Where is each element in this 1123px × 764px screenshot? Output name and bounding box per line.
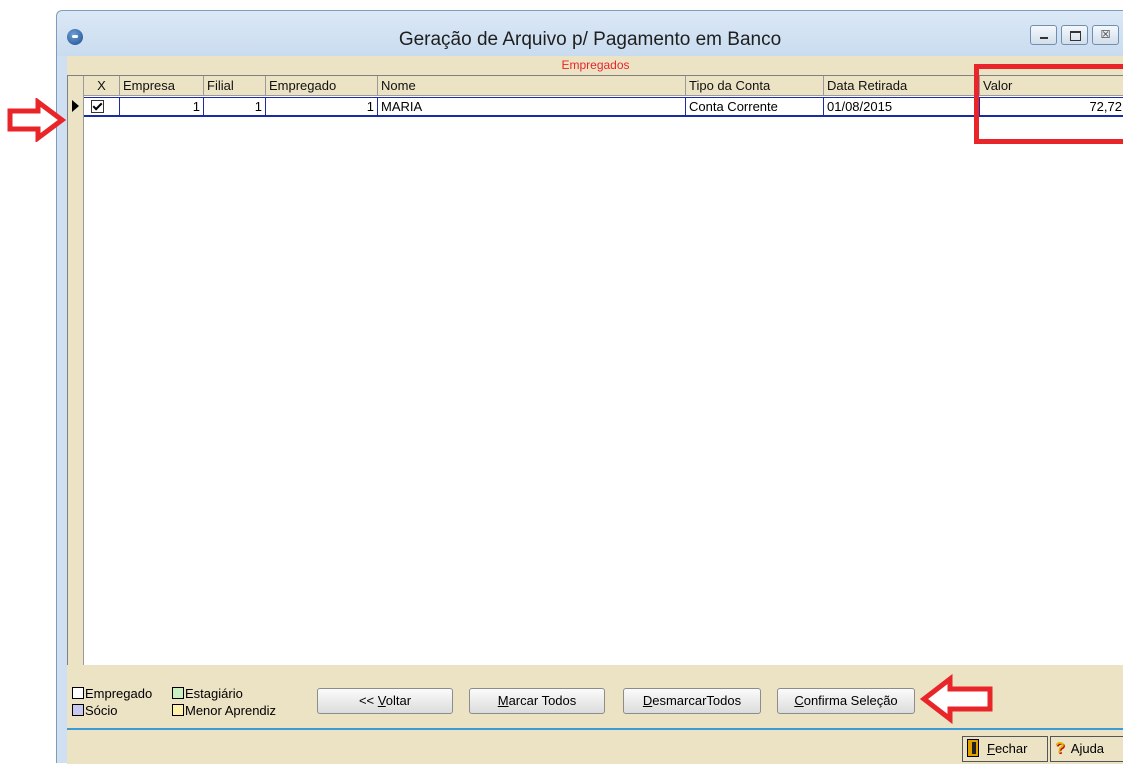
employees-grid[interactable]: X Empresa Filial Empregado Nome Tipo da … bbox=[67, 75, 1123, 665]
column-header-filial[interactable]: Filial bbox=[204, 76, 266, 96]
main-window: Geração de Arquivo p/ Pagamento em Banco… bbox=[56, 10, 1123, 764]
minimize-button[interactable] bbox=[1030, 25, 1057, 45]
column-header-nome[interactable]: Nome bbox=[378, 76, 686, 96]
column-header-data-retirada[interactable]: Data Retirada bbox=[824, 76, 980, 96]
table-row[interactable]: 1 1 1 MARIA Conta Corrente 01/08/2015 72… bbox=[84, 97, 1123, 117]
cell-empregado[interactable]: 1 bbox=[266, 98, 378, 116]
valor-highlight-box bbox=[974, 64, 1123, 144]
legend-swatch bbox=[172, 704, 184, 716]
close-button[interactable]: ☒ bbox=[1092, 25, 1119, 45]
ajuda-button[interactable]: ? Ajuda bbox=[1050, 736, 1123, 762]
confirma-selecao-button[interactable]: Confirma Seleção bbox=[777, 688, 915, 714]
legend-menor-aprendiz: Menor Aprendiz bbox=[172, 703, 276, 718]
legend-swatch bbox=[172, 687, 184, 699]
row-pointer-arrow-icon bbox=[7, 98, 67, 142]
legend-empregado: Empregado bbox=[72, 686, 152, 701]
confirm-pointer-arrow-icon bbox=[919, 674, 993, 724]
cell-empresa[interactable]: 1 bbox=[120, 98, 204, 116]
desmarcar-todos-button[interactable]: DesmarcarTodos bbox=[623, 688, 761, 714]
cell-data-retirada[interactable]: 01/08/2015 bbox=[824, 98, 980, 116]
legend-swatch bbox=[72, 687, 84, 699]
column-header-empresa[interactable]: Empresa bbox=[120, 76, 204, 96]
client-area: Empregados X Empresa Filial Empregado No… bbox=[67, 56, 1123, 764]
row-indicator-column bbox=[68, 76, 84, 665]
cell-filial[interactable]: 1 bbox=[204, 98, 266, 116]
legend-swatch bbox=[72, 704, 84, 716]
window-title: Geração de Arquivo p/ Pagamento em Banco bbox=[398, 29, 782, 50]
column-header-empregado[interactable]: Empregado bbox=[266, 76, 378, 96]
fechar-button[interactable]: Fechar bbox=[962, 736, 1048, 762]
legend-estagiario: Estagiário bbox=[172, 686, 243, 701]
cell-nome[interactable]: MARIA bbox=[378, 98, 686, 116]
legend-socio: Sócio bbox=[72, 703, 118, 718]
marcar-todos-button[interactable]: Marcar Todos bbox=[469, 688, 605, 714]
select-checkbox-cell[interactable] bbox=[84, 98, 120, 116]
current-row-pointer-icon bbox=[72, 100, 79, 112]
column-header-x[interactable]: X bbox=[84, 76, 120, 96]
cell-tipo-conta[interactable]: Conta Corrente bbox=[686, 98, 824, 116]
status-separator bbox=[67, 728, 1123, 730]
column-header-tipo-conta[interactable]: Tipo da Conta bbox=[686, 76, 824, 96]
checked-checkbox-icon[interactable] bbox=[91, 100, 104, 113]
voltar-button[interactable]: << Voltar bbox=[317, 688, 453, 714]
title-bar[interactable]: Geração de Arquivo p/ Pagamento em Banco… bbox=[57, 11, 1123, 56]
grid-caption: Empregados bbox=[561, 58, 630, 72]
grid-header: X Empresa Filial Empregado Nome Tipo da … bbox=[84, 76, 1123, 96]
maximize-button[interactable] bbox=[1061, 25, 1088, 45]
door-exit-icon bbox=[967, 739, 979, 757]
help-question-icon: ? bbox=[1055, 740, 1065, 757]
